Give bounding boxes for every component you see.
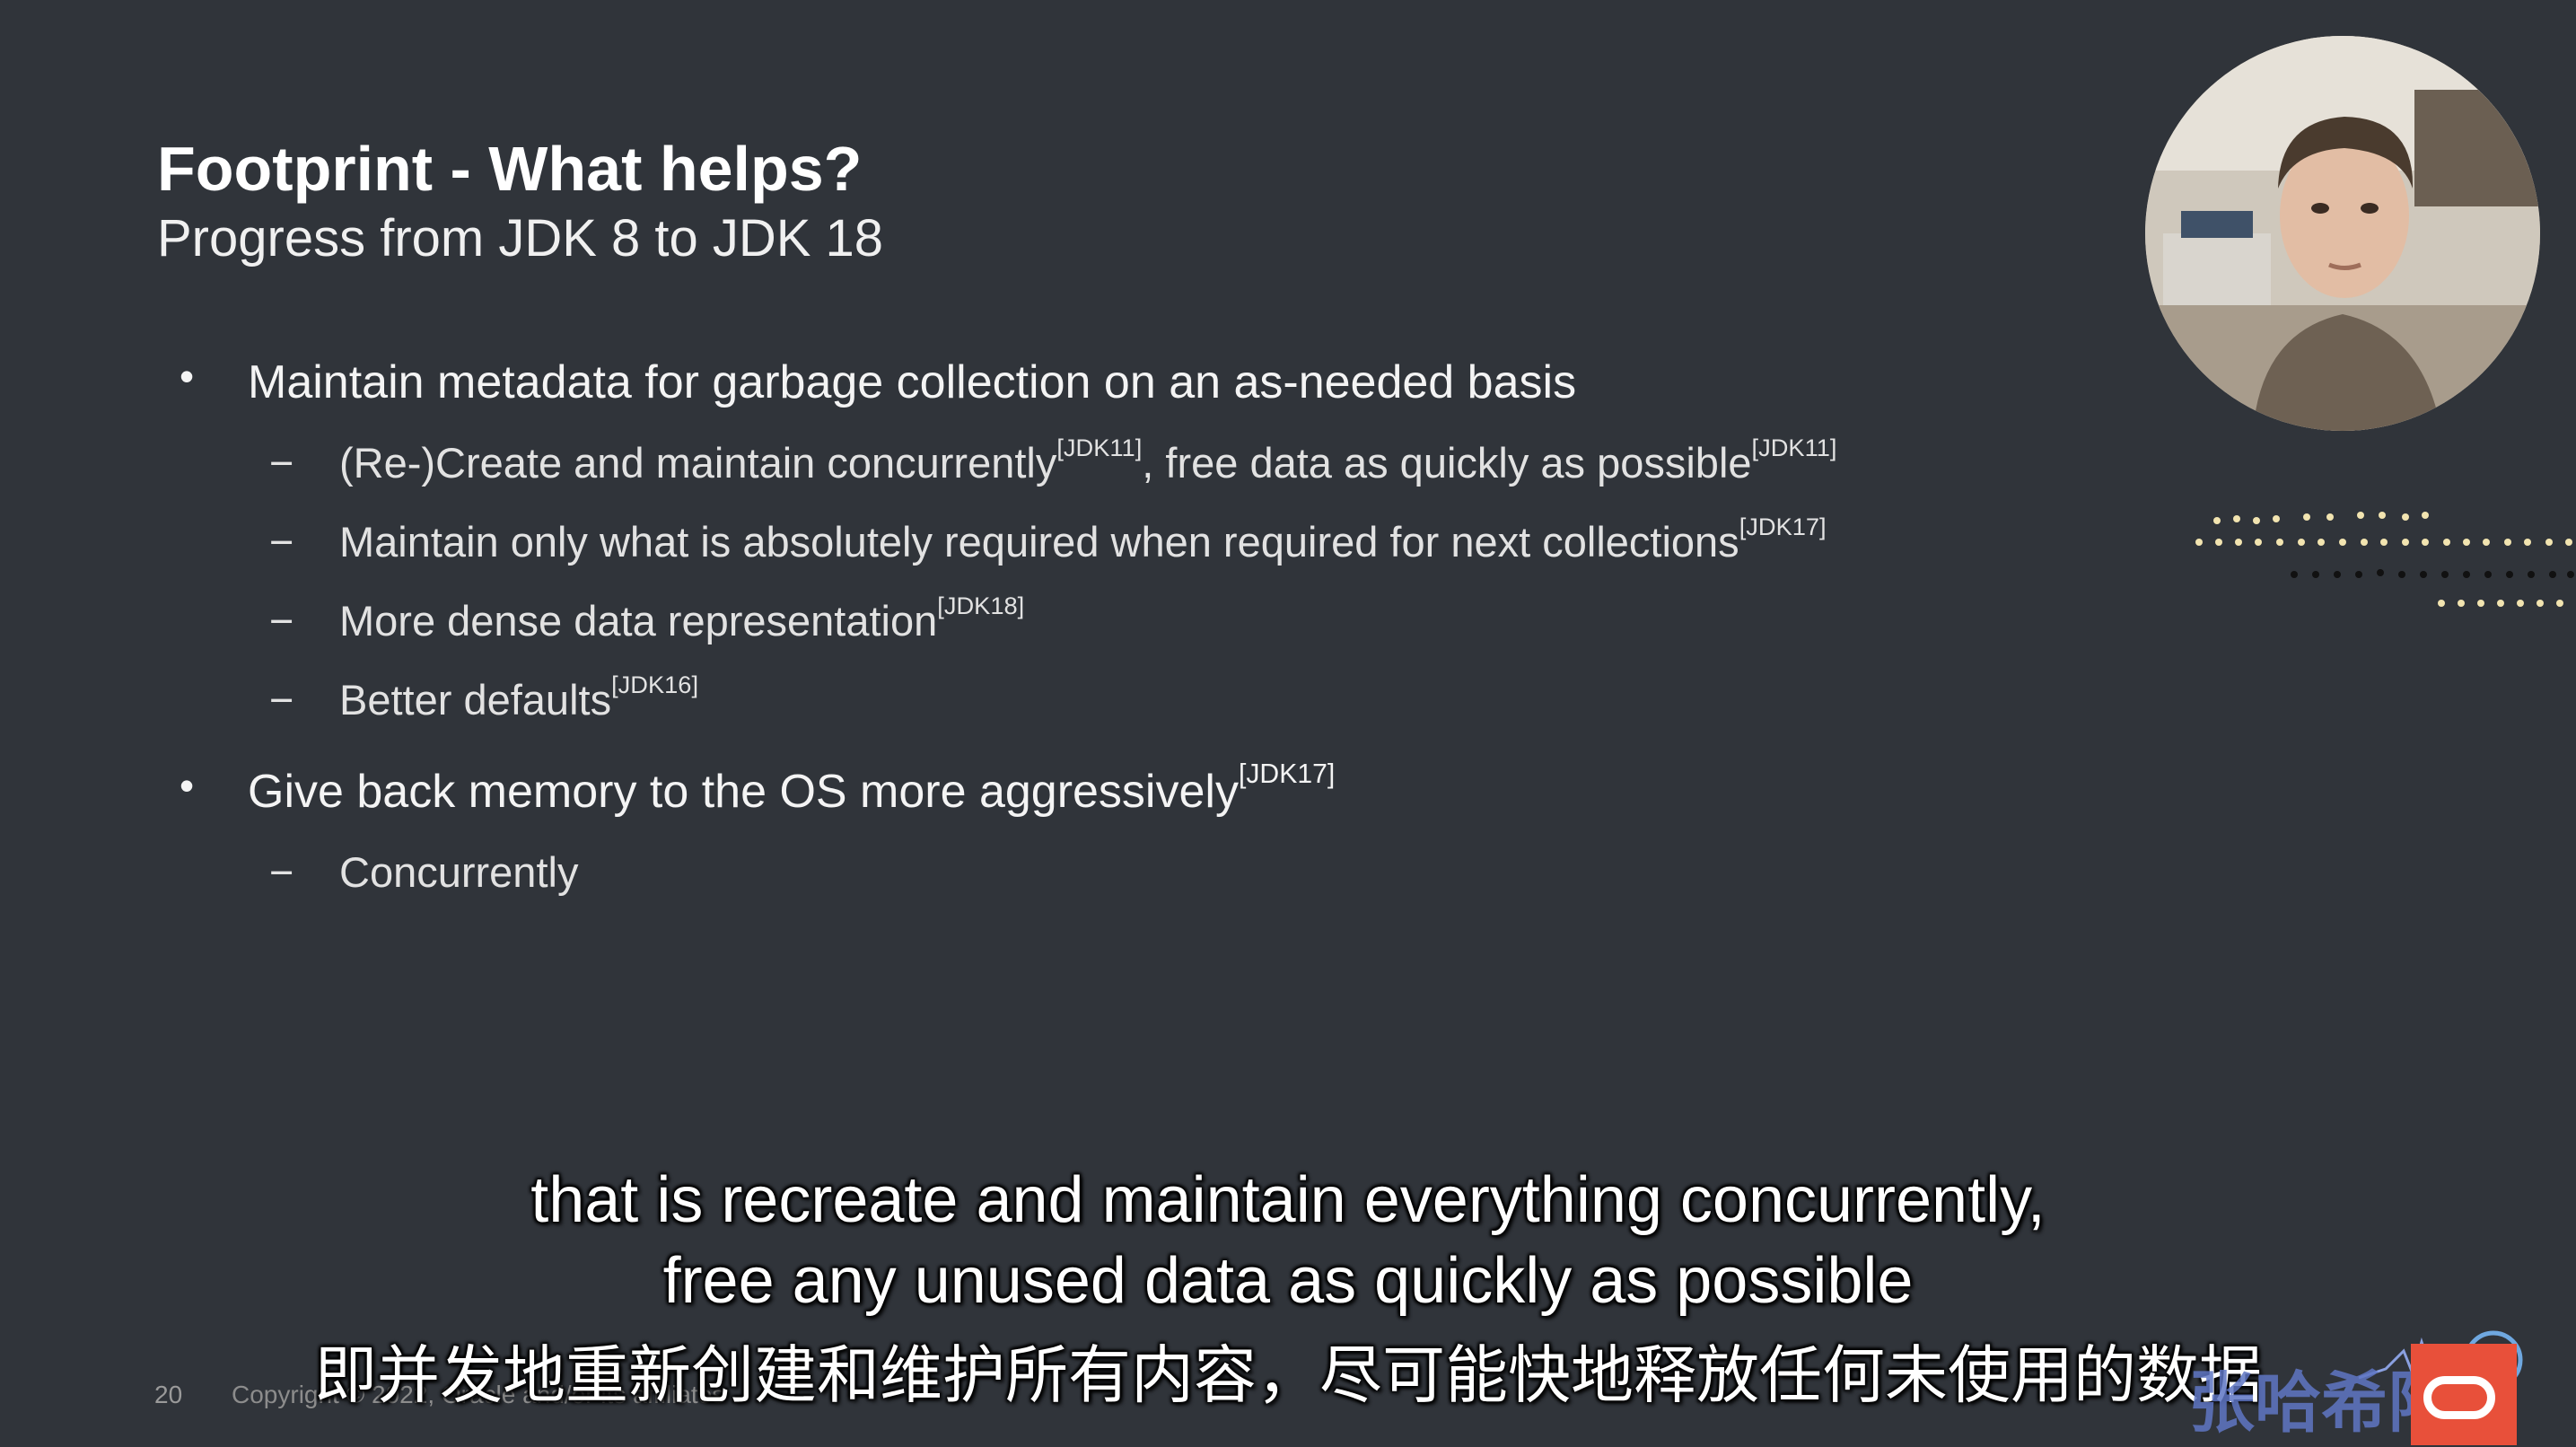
- dotted-decoration-icon: [2195, 512, 2574, 607]
- watermark: 张哈希限制: [2188, 1324, 2565, 1445]
- dash-icon: −: [269, 848, 294, 896]
- bullet-dot-icon: •: [180, 762, 195, 809]
- jdk-tag: [JDK11]: [1056, 433, 1143, 461]
- bullet-text: Give back memory to the OS more aggressi…: [248, 759, 1335, 819]
- dash-icon: −: [269, 676, 294, 724]
- dash-icon: −: [269, 439, 294, 487]
- jdk-tag: [JDK11]: [1751, 433, 1837, 461]
- jdk-tag: [JDK17]: [1238, 759, 1336, 789]
- sub-bullet-text: Better defaults[JDK16]: [339, 671, 698, 724]
- slide: Footprint - What helps? Progress from JD…: [0, 0, 2576, 1447]
- sub-bullet-text: (Re-)Create and maintain concurrently[JD…: [339, 434, 1836, 487]
- text-part: (Re-)Create and maintain concurrently: [339, 439, 1057, 487]
- text-part: , free data as quickly as possible: [1142, 439, 1752, 487]
- bullet-list: • Maintain metadata for garbage collecti…: [0, 0, 2064, 987]
- oracle-logo-icon: [2411, 1344, 2517, 1445]
- jdk-tag: [JDK18]: [937, 591, 1025, 619]
- text-part: Better defaults: [339, 676, 612, 724]
- oracle-ring-icon: [2423, 1376, 2495, 1419]
- text-part: Give back memory to the OS more aggressi…: [248, 766, 1239, 818]
- dash-icon: −: [269, 518, 294, 566]
- dash-icon: −: [269, 597, 294, 645]
- sub-bullet-text: More dense data representation[JDK18]: [339, 592, 1024, 645]
- jdk-tag: [JDK16]: [611, 670, 699, 698]
- bullet-dot-icon: •: [180, 353, 195, 399]
- bullet-text: Maintain metadata for garbage collection…: [248, 356, 1577, 408]
- subtitle-english-line-1: that is recreate and maintain everything…: [530, 1164, 2046, 1236]
- subtitle-english-line-2: free any unused data as quickly as possi…: [662, 1245, 1914, 1317]
- text-part: More dense data representation: [339, 597, 938, 645]
- jdk-tag: [JDK17]: [1739, 512, 1827, 540]
- webcam-presenter-icon: [2145, 36, 2540, 431]
- sub-bullet-text: Concurrently: [339, 848, 579, 896]
- sub-bullet-text: Maintain only what is absolutely require…: [339, 513, 1827, 566]
- text-part: Maintain only what is absolutely require…: [339, 518, 1739, 566]
